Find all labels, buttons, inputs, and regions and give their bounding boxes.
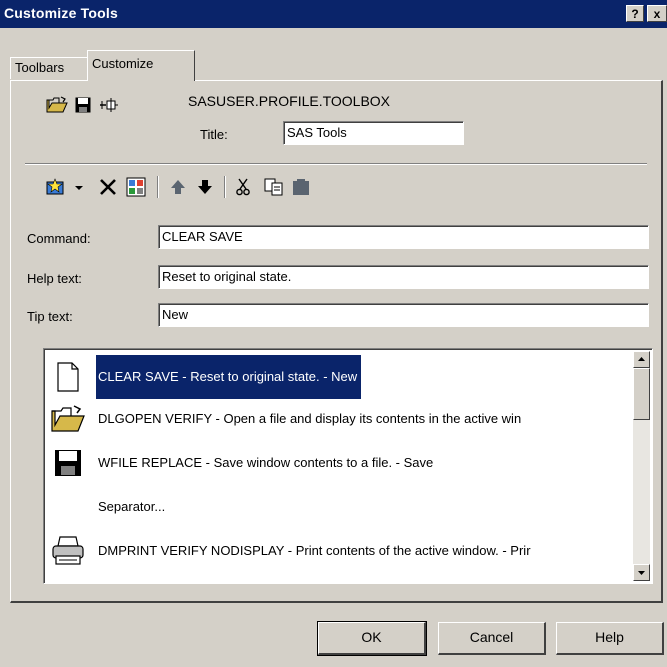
cancel-button[interactable]: Cancel xyxy=(438,622,546,655)
toolbar-separator xyxy=(157,176,159,198)
command-input[interactable]: CLEAR SAVE xyxy=(158,225,649,249)
title-label: Title: xyxy=(200,127,228,142)
title-bar[interactable]: Customize Tools ? x xyxy=(0,0,667,28)
list-item[interactable]: DLGOPEN VERIFY - Open a file and display… xyxy=(46,397,629,441)
help-text-label: Help text: xyxy=(27,271,82,286)
title-input[interactable]: SAS Tools xyxy=(283,121,464,145)
scroll-thumb[interactable] xyxy=(633,368,650,420)
cut-button[interactable] xyxy=(232,176,254,198)
close-button[interactable]: x xyxy=(647,5,667,22)
delete-x-icon xyxy=(100,179,116,195)
toolbox-name: SASUSER.PROFILE.TOOLBOX xyxy=(188,93,391,109)
list-item-label: DMPRINT VERIFY NODISPLAY - Print content… xyxy=(98,543,531,558)
customize-tools-dialog: Customize Tools ? x Toolbars Customize S… xyxy=(0,0,667,667)
scissors-icon xyxy=(236,178,250,196)
divider xyxy=(25,163,647,165)
new-document-icon xyxy=(50,359,86,395)
open-toolbox-button[interactable] xyxy=(45,95,69,115)
floppy-disk-icon xyxy=(50,445,86,481)
arrow-up-icon xyxy=(171,180,185,194)
ok-button[interactable]: OK xyxy=(317,621,427,656)
toolbar-separator xyxy=(224,176,226,198)
add-tool-button[interactable] xyxy=(42,176,68,198)
tip-text-input[interactable]: New xyxy=(158,303,649,327)
tab-toolbars[interactable]: Toolbars xyxy=(10,57,90,79)
copy-icon xyxy=(264,178,283,196)
printer-icon xyxy=(50,533,86,569)
scroll-down-button[interactable] xyxy=(633,564,650,581)
save-toolbox-button[interactable] xyxy=(73,95,93,115)
properties-icon xyxy=(126,177,146,197)
context-help-button[interactable]: ? xyxy=(626,5,644,22)
floppy-disk-icon xyxy=(75,97,91,113)
delete-tool-button[interactable] xyxy=(97,176,119,198)
help-button[interactable]: Help xyxy=(556,622,664,655)
plug-icon xyxy=(100,98,118,112)
scroll-up-button[interactable] xyxy=(633,351,650,368)
list-item-label: CLEAR SAVE - Reset to original state. - … xyxy=(96,355,362,399)
properties-button[interactable] xyxy=(124,176,148,198)
list-scrollbar[interactable] xyxy=(633,351,650,581)
copy-button[interactable] xyxy=(262,176,286,198)
scroll-up-arrow-icon xyxy=(638,357,645,361)
open-folder-icon xyxy=(50,401,86,437)
add-tool-dropdown[interactable] xyxy=(72,180,86,196)
window-title: Customize Tools xyxy=(4,5,118,21)
move-up-button[interactable] xyxy=(167,176,189,198)
list-item[interactable]: DMPRINT VERIFY NODISPLAY - Print content… xyxy=(46,529,629,573)
open-folder-icon xyxy=(46,96,68,113)
add-tool-icon xyxy=(46,178,64,195)
command-label: Command: xyxy=(27,231,91,246)
paste-button[interactable] xyxy=(290,176,314,198)
chevron-down-icon xyxy=(75,186,83,190)
help-text-input[interactable]: Reset to original state. xyxy=(158,265,649,289)
tip-text-label: Tip text: xyxy=(27,309,73,324)
attach-toolbox-button[interactable] xyxy=(98,95,120,115)
list-item-label: Separator... xyxy=(98,499,166,514)
list-item[interactable]: CLEAR SAVE - Reset to original state. - … xyxy=(46,355,629,399)
move-down-button[interactable] xyxy=(194,176,216,198)
list-item-label: WFILE REPLACE - Save window contents to … xyxy=(98,455,434,470)
scroll-down-arrow-icon xyxy=(638,571,645,575)
arrow-down-icon xyxy=(198,180,212,194)
list-item[interactable]: WFILE REPLACE - Save window contents to … xyxy=(46,441,629,485)
list-item[interactable]: Separator... xyxy=(46,485,629,529)
tab-customize[interactable]: Customize xyxy=(87,50,195,81)
tools-listbox[interactable]: CLEAR SAVE - Reset to original state. - … xyxy=(43,348,653,584)
list-item-label: DLGOPEN VERIFY - Open a file and display… xyxy=(98,411,522,426)
paste-icon xyxy=(293,179,309,195)
